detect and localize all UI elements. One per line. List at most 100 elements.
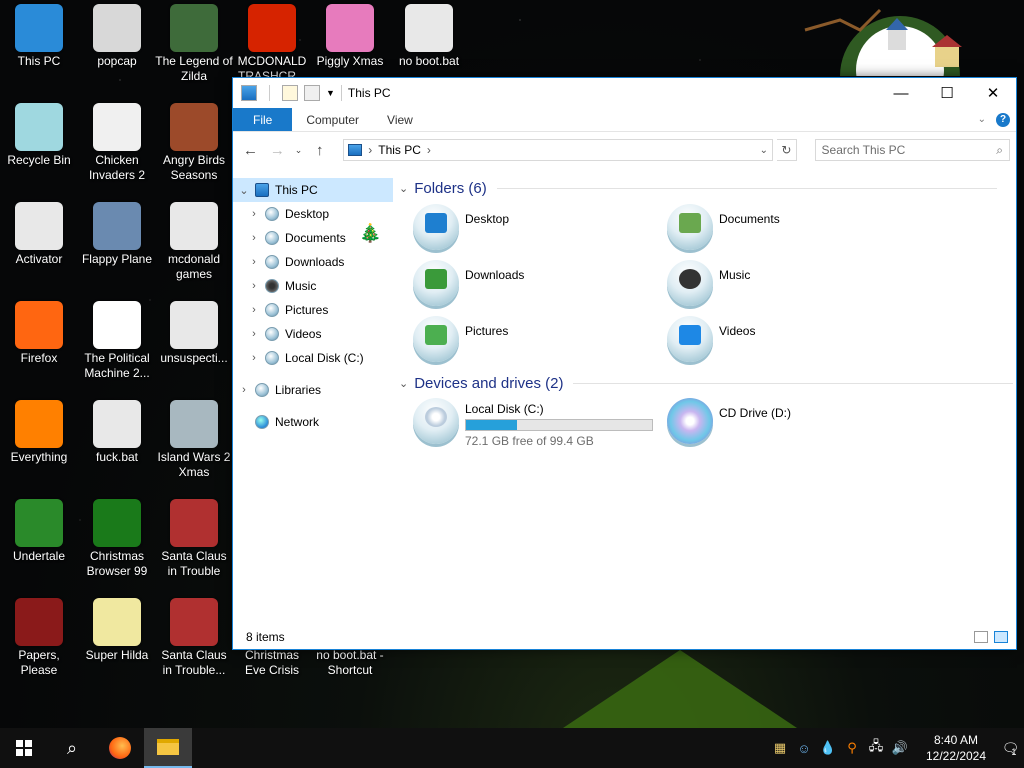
desktop-icon[interactable]: Chicken Invaders 2 xyxy=(78,103,156,183)
cd-drive-icon xyxy=(667,398,713,444)
chevron-right-icon[interactable]: › xyxy=(247,280,261,292)
desktop-icon[interactable]: Angry Birds Seasons xyxy=(155,103,233,183)
breadcrumb-this-pc[interactable]: This PC xyxy=(378,143,421,157)
network-icon[interactable]: 🖧 xyxy=(866,738,886,758)
address-dropdown-icon[interactable]: ⌄ xyxy=(754,144,772,156)
desktop-icon[interactable]: Everything xyxy=(0,400,78,465)
desktop-icon[interactable]: Recycle Bin xyxy=(0,103,78,168)
collapse-chevron-icon[interactable]: ⌄ xyxy=(399,377,408,390)
nav-item-network[interactable]: Network xyxy=(233,410,393,434)
desktop-icon[interactable]: The Political Machine 2... xyxy=(78,301,156,381)
folders-group-title: Folders (6) xyxy=(414,179,487,197)
desktop-icon[interactable]: Christmas Browser 99 xyxy=(78,499,156,579)
chevron-right-icon[interactable]: › xyxy=(247,304,261,316)
desktop-icon[interactable]: Flappy Plane xyxy=(78,202,156,267)
desktop-icon-label: The Legend of Zilda xyxy=(155,54,233,83)
new-folder-icon[interactable] xyxy=(304,85,320,101)
desktop-icon-label: Christmas Eve Crisis xyxy=(244,648,299,677)
desktop-icon[interactable]: Island Wars 2 Xmas xyxy=(155,400,233,480)
back-arrow-icon[interactable]: ← xyxy=(239,138,262,162)
minimize-button[interactable]: — xyxy=(878,78,924,108)
desktop-icon-label: Activator xyxy=(15,252,63,266)
tray-app-icon[interactable]: ▦ xyxy=(770,738,790,758)
recent-locations-chevron-icon[interactable]: ⌄ xyxy=(293,138,304,162)
desktop-icon[interactable]: Santa Claus in Trouble xyxy=(155,499,233,579)
folders-group-header[interactable]: ⌄ Folders (6) xyxy=(399,178,997,198)
start-button[interactable] xyxy=(0,728,48,768)
desktop-icon[interactable]: Activator xyxy=(0,202,78,267)
up-arrow-icon[interactable]: ↑ xyxy=(308,138,331,162)
collapse-chevron-icon[interactable]: ⌄ xyxy=(399,182,408,195)
desktop-icon[interactable]: MCDONALD TRASHCR... xyxy=(233,4,311,84)
desktop-icon-label: no boot.bat xyxy=(398,54,460,68)
nav-item-label: Videos xyxy=(285,327,322,341)
clock[interactable]: 8:40 AM 12/22/2024 xyxy=(918,732,994,764)
desktop-icon[interactable]: popcap xyxy=(78,4,156,69)
title-bar[interactable]: ▼ This PC — ☐ ✕ xyxy=(233,78,1016,108)
folder-pictures[interactable]: Pictures xyxy=(413,316,653,368)
nav-item-local-disk-c[interactable]: › Local Disk (C:) xyxy=(233,346,393,370)
desktop-icon[interactable]: Firefox xyxy=(0,301,78,366)
nav-item-this-pc[interactable]: ⌄ This PC xyxy=(233,178,393,202)
desktop-icon[interactable]: Papers, Please xyxy=(0,598,78,678)
drive-local-disk-c[interactable]: Local Disk (C:) 72.1 GB free of 99.4 GB xyxy=(413,398,653,450)
properties-icon[interactable] xyxy=(282,85,298,101)
large-icons-view-icon[interactable] xyxy=(994,631,1008,643)
maximize-button[interactable]: ☐ xyxy=(924,78,970,108)
desktop-icon[interactable]: This PC xyxy=(0,4,78,69)
desktop-icon[interactable]: fuck.bat xyxy=(78,400,156,465)
chevron-right-icon[interactable]: › xyxy=(247,352,261,364)
chevron-down-icon[interactable]: ⌄ xyxy=(237,184,251,197)
chevron-right-icon[interactable]: › xyxy=(247,232,261,244)
tray-drop-icon[interactable]: 💧 xyxy=(818,738,838,758)
nav-item-downloads[interactable]: › Downloads xyxy=(233,250,393,274)
folder-downloads[interactable]: Downloads xyxy=(413,260,653,312)
desktop-icon[interactable]: unsuspecti... xyxy=(155,301,233,366)
chevron-right-icon[interactable]: › xyxy=(247,208,261,220)
expand-ribbon-icon[interactable]: ⌄ xyxy=(978,114,986,125)
nav-item-libraries[interactable]: › Libraries xyxy=(233,378,393,402)
action-center-button[interactable]: 🗨 1 xyxy=(994,728,1024,768)
drive-cd-d[interactable]: CD Drive (D:) xyxy=(667,398,907,450)
tab-file[interactable]: File xyxy=(233,108,293,131)
desktop-icon[interactable]: The Legend of Zilda xyxy=(155,4,233,84)
forward-arrow-icon[interactable]: → xyxy=(266,138,289,162)
search-button[interactable]: ⌕ xyxy=(48,728,96,768)
refresh-icon[interactable]: ↻ xyxy=(777,139,797,161)
folder-music[interactable]: Music xyxy=(667,260,907,312)
taskbar-file-explorer[interactable] xyxy=(144,728,192,768)
desktop-icon[interactable]: Piggly Xmas xyxy=(311,4,389,69)
folder-documents[interactable]: Documents xyxy=(667,204,907,256)
drives-group-header[interactable]: ⌄ Devices and drives (2) xyxy=(399,373,1014,393)
taskbar-firefox[interactable] xyxy=(96,728,144,768)
chevron-down-icon[interactable]: ▼ xyxy=(326,88,335,98)
breadcrumb-separator-icon[interactable]: › xyxy=(427,143,431,157)
details-view-icon[interactable] xyxy=(974,631,988,643)
documents-icon xyxy=(265,231,279,245)
popcap-folder-icon xyxy=(93,4,141,52)
close-button[interactable]: ✕ xyxy=(970,78,1016,108)
nav-item-videos[interactable]: › Videos xyxy=(233,322,393,346)
volume-icon[interactable]: 🔊 xyxy=(890,738,910,758)
search-input[interactable]: Search This PC ⌕ xyxy=(814,139,1011,161)
desktop-icon[interactable]: Santa Claus in Trouble... A... xyxy=(155,598,233,678)
chevron-right-icon[interactable]: › xyxy=(237,384,251,396)
desktop-icon[interactable]: Super Hilda xyxy=(78,598,156,663)
tab-view[interactable]: View xyxy=(373,108,427,131)
nav-item-pictures[interactable]: › Pictures xyxy=(233,298,393,322)
tab-computer[interactable]: Computer xyxy=(292,108,373,131)
chevron-right-icon[interactable]: › xyxy=(247,256,261,268)
help-icon[interactable]: ? xyxy=(996,112,1010,127)
drives-group-title: Devices and drives (2) xyxy=(414,374,564,392)
nav-item-music[interactable]: › Music xyxy=(233,274,393,298)
tray-people-icon[interactable]: ☺ xyxy=(794,738,814,758)
address-field[interactable]: › This PC › ⌄ xyxy=(343,139,774,161)
tray-everything-icon[interactable]: ⚲ xyxy=(842,738,862,758)
folder-desktop[interactable]: Desktop xyxy=(413,204,653,256)
nav-item-documents[interactable]: › Documents 🎄 xyxy=(233,223,393,250)
chevron-right-icon[interactable]: › xyxy=(247,328,261,340)
desktop-icon[interactable]: Undertale xyxy=(0,499,78,564)
folder-videos[interactable]: Videos xyxy=(667,316,907,368)
desktop-icon[interactable]: no boot.bat xyxy=(390,4,468,69)
desktop-icon[interactable]: mcdonald games xyxy=(155,202,233,282)
